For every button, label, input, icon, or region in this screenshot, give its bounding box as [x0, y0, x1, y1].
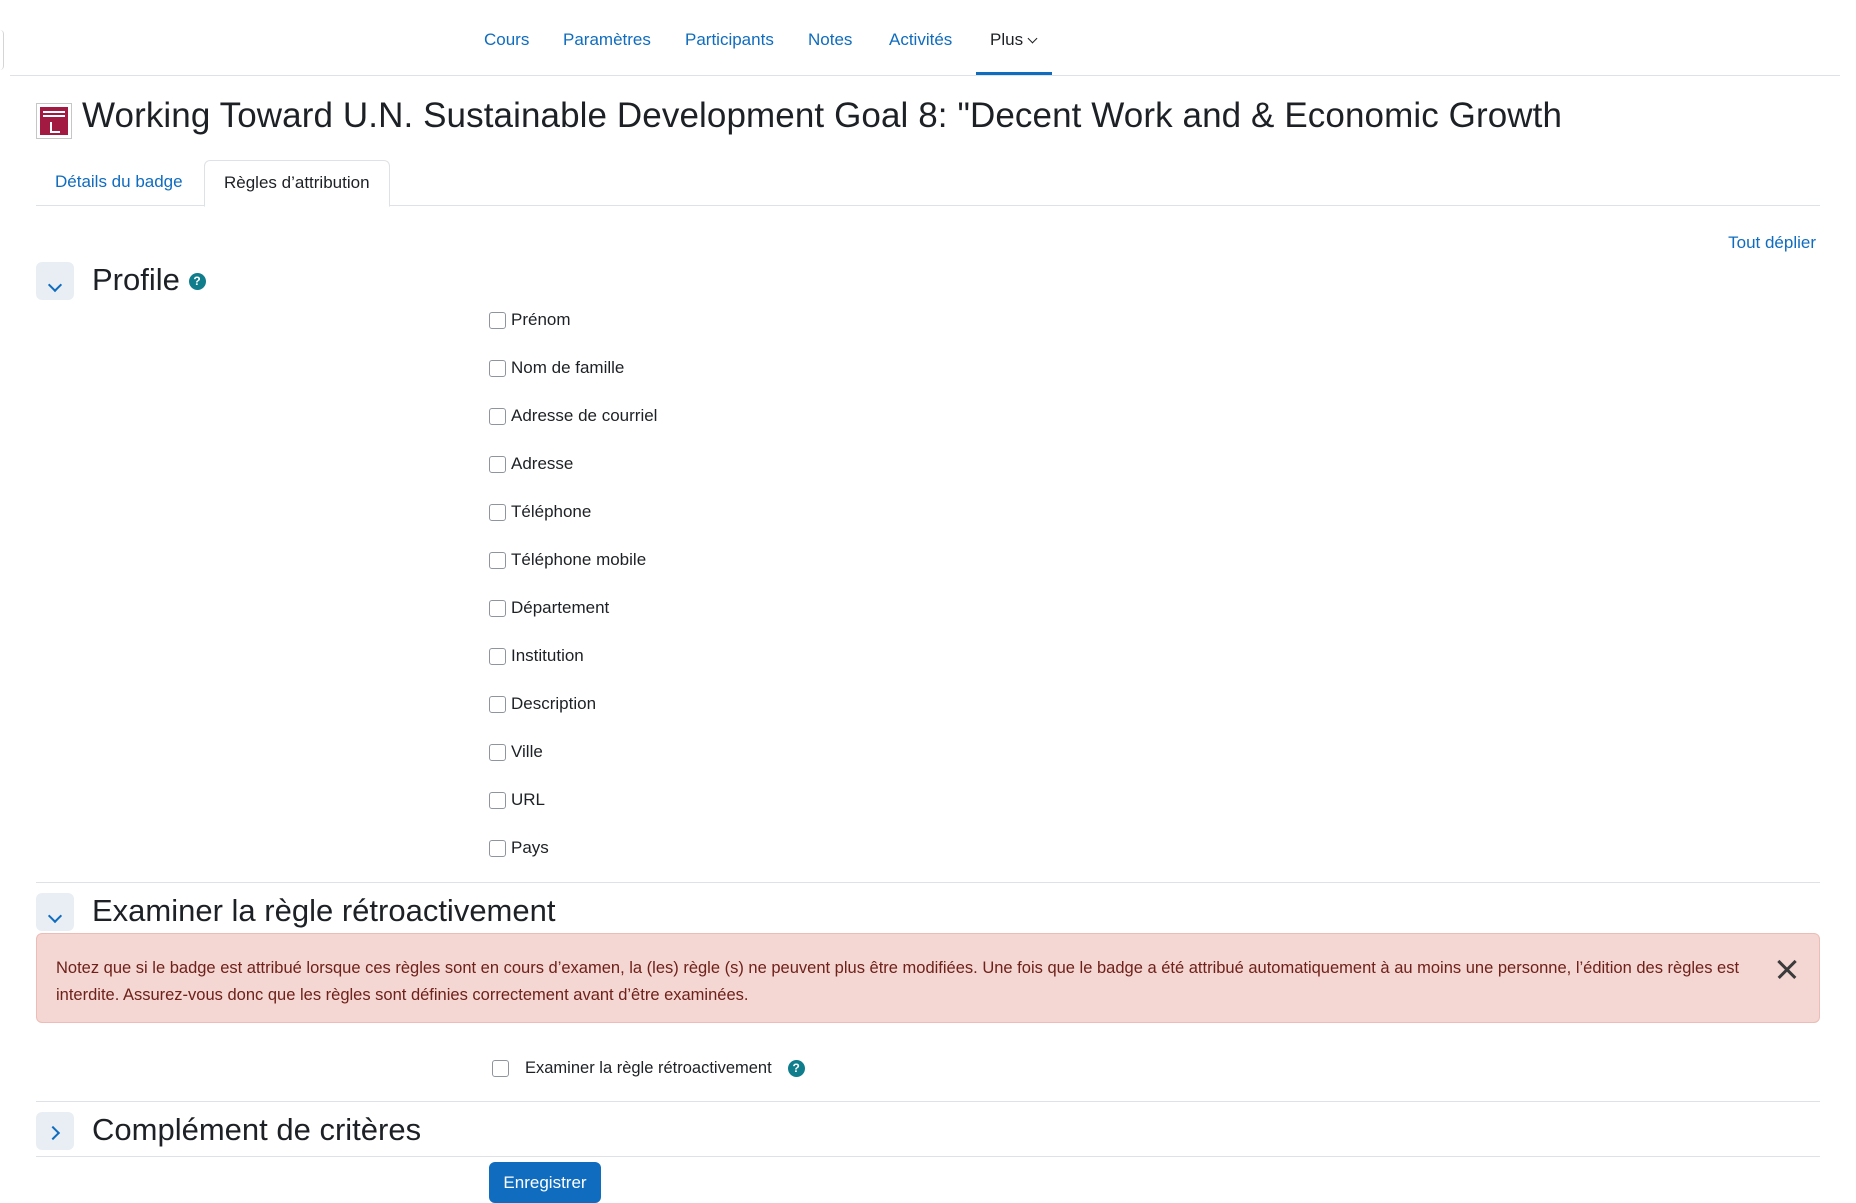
profile-field-row: Description — [489, 692, 596, 716]
nav-cours[interactable]: Cours — [484, 30, 529, 50]
badge-image — [36, 103, 72, 139]
profile-field-row: URL — [489, 788, 545, 812]
tab-criteria[interactable]: Règles d’attribution — [204, 160, 390, 207]
profile-field-label: Département — [511, 598, 610, 617]
profile-field-row: Prénom — [489, 308, 571, 332]
nav-activites[interactable]: Activités — [889, 30, 952, 50]
checkbox[interactable] — [489, 647, 506, 665]
active-nav-underline — [976, 72, 1052, 75]
close-icon[interactable] — [1773, 956, 1801, 984]
checkbox[interactable] — [489, 695, 506, 713]
expand-all-link[interactable]: Tout déplier — [1728, 233, 1816, 253]
profile-field-label: Institution — [511, 646, 584, 665]
warning-alert: Notez que si le badge est attribué lorsq… — [36, 933, 1820, 1023]
profile-field-row: Pays — [489, 836, 549, 860]
nav-more-label: Plus — [990, 30, 1024, 49]
nav-more-dropdown[interactable]: Plus — [990, 30, 1038, 50]
profile-field-label: Téléphone — [511, 502, 592, 521]
profile-field-row: Nom de famille — [489, 356, 624, 380]
checkbox[interactable] — [489, 839, 506, 857]
profile-field-row: Téléphone — [489, 500, 591, 524]
checkbox[interactable] — [489, 455, 506, 473]
profile-field-label: Adresse de courriel — [511, 406, 658, 425]
section-divider — [36, 1101, 1820, 1102]
tab-badge-details[interactable]: Détails du badge — [36, 160, 202, 206]
complement-section-title: Complément de critères — [92, 1112, 422, 1147]
chevron-down-icon — [1027, 33, 1038, 44]
checkbox[interactable] — [489, 791, 506, 809]
profile-field-label: Adresse — [511, 454, 574, 473]
profile-collapse-toggle[interactable] — [36, 262, 74, 300]
checkbox[interactable] — [492, 1059, 509, 1077]
profile-field-label: Nom de famille — [511, 358, 625, 377]
checkbox[interactable] — [489, 311, 506, 329]
review-section-title: Examiner la règle rétroactivement — [92, 893, 556, 928]
chevron-right-icon — [45, 1125, 61, 1141]
profile-field-row: Ville — [489, 740, 543, 764]
profile-field-row: Adresse — [489, 452, 573, 476]
review-checkbox-row: Examiner la règle rétroactivement ? — [492, 1056, 805, 1080]
alert-message: Notez que si le badge est attribué lorsq… — [56, 959, 1740, 1004]
checkbox[interactable] — [489, 551, 506, 569]
help-icon[interactable]: ? — [188, 273, 206, 291]
profile-field-row: Téléphone mobile — [489, 548, 646, 572]
profile-field-row: Institution — [489, 644, 584, 668]
page-title: Working Toward U.N. Sustainable Developm… — [82, 96, 1563, 135]
nav-notes[interactable]: Notes — [808, 30, 852, 50]
checkbox[interactable] — [489, 599, 506, 617]
checkbox[interactable] — [489, 359, 506, 377]
checkbox[interactable] — [489, 743, 506, 761]
profile-section-title: Profile ? — [92, 262, 206, 298]
checkbox[interactable] — [489, 407, 506, 425]
profile-field-label: Pays — [511, 838, 549, 857]
help-icon[interactable]: ? — [787, 1059, 805, 1077]
profile-field-label: URL — [511, 790, 546, 809]
profile-field-label: Téléphone mobile — [511, 550, 647, 569]
save-button[interactable]: Enregistrer — [489, 1162, 601, 1203]
review-checkbox-label: Examiner la règle rétroactivement — [525, 1058, 772, 1077]
profile-field-row: Département — [489, 596, 609, 620]
profile-title-text: Profile — [92, 262, 180, 297]
profile-field-label: Ville — [511, 742, 543, 761]
section-divider — [36, 882, 1820, 883]
nav-participants[interactable]: Participants — [685, 30, 774, 50]
section-divider — [36, 1156, 1820, 1157]
complement-collapse-toggle[interactable] — [36, 1112, 74, 1150]
course-secondary-nav: Cours Paramètres Participants Notes Acti… — [10, 0, 1840, 76]
badge-tabs: Détails du badge Règles d’attribution — [36, 160, 1820, 207]
chevron-down-icon — [47, 908, 63, 924]
profile-field-label: Prénom — [511, 310, 571, 329]
checkbox[interactable] — [489, 503, 506, 521]
profile-field-label: Description — [511, 694, 597, 713]
nav-parametres[interactable]: Paramètres — [563, 30, 651, 50]
profile-field-row: Adresse de courriel — [489, 404, 657, 428]
review-collapse-toggle[interactable] — [36, 893, 74, 931]
chevron-down-icon — [47, 277, 63, 293]
left-edge-handle — [0, 30, 4, 70]
